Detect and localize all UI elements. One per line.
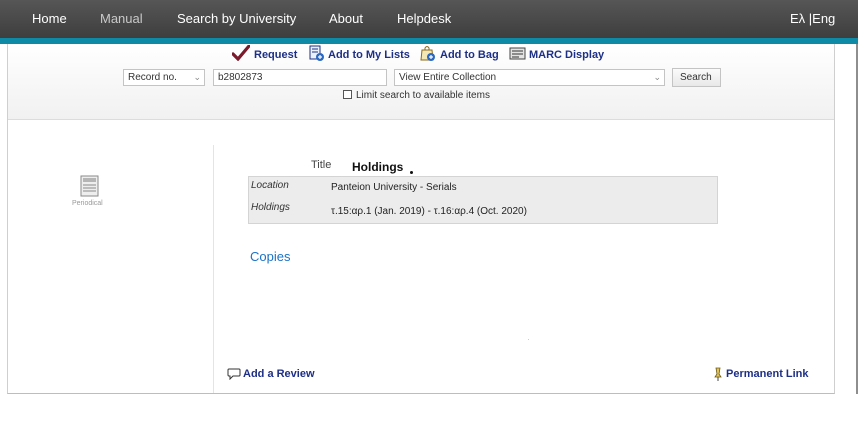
nav-home[interactable]: Home bbox=[32, 11, 67, 26]
nav-about[interactable]: About bbox=[329, 11, 363, 26]
search-button[interactable]: Search bbox=[672, 68, 721, 87]
search-field-select[interactable]: Record no. ⌄ bbox=[123, 69, 205, 86]
checkmark-icon bbox=[232, 45, 250, 61]
search-input[interactable]: b2802873 bbox=[213, 69, 387, 86]
decorative-dot bbox=[410, 171, 413, 174]
speech-bubble-icon bbox=[227, 368, 241, 380]
limit-checkbox[interactable] bbox=[343, 90, 352, 99]
nav-helpdesk[interactable]: Helpdesk bbox=[397, 11, 451, 26]
request-button[interactable]: Request bbox=[232, 45, 298, 61]
stray-dot bbox=[528, 339, 529, 340]
nav-manual[interactable]: Manual bbox=[100, 11, 143, 26]
holdings-label: Holdings bbox=[251, 202, 290, 213]
search-input-value: b2802873 bbox=[218, 72, 263, 83]
add-to-bag-label: Add to Bag bbox=[440, 49, 499, 61]
column-divider bbox=[213, 145, 214, 393]
permanent-link-label: Permanent Link bbox=[726, 368, 809, 380]
add-to-bag-button[interactable]: Add to Bag bbox=[420, 46, 499, 61]
nav-search-by-university[interactable]: Search by University bbox=[177, 11, 296, 26]
bag-icon bbox=[420, 46, 435, 61]
chevron-down-icon: ⌄ bbox=[193, 72, 201, 82]
format-label: Periodical bbox=[72, 200, 103, 207]
marc-display-button[interactable]: MARC Display bbox=[509, 47, 605, 61]
right-margin bbox=[836, 44, 858, 394]
add-to-lists-button[interactable]: Add to My Lists bbox=[309, 45, 410, 61]
marc-record-icon bbox=[509, 47, 526, 60]
location-label: Location bbox=[251, 180, 289, 191]
add-review-label: Add a Review bbox=[243, 368, 315, 380]
limit-available-option[interactable]: Limit search to available items bbox=[343, 90, 490, 101]
scope-select[interactable]: View Entire Collection ⌄ bbox=[394, 69, 665, 86]
request-label: Request bbox=[254, 49, 298, 61]
copies-link[interactable]: Copies bbox=[250, 249, 290, 264]
marc-display-label: MARC Display bbox=[529, 49, 605, 61]
pin-icon bbox=[714, 367, 722, 381]
search-field-value: Record no. bbox=[128, 72, 177, 83]
language-switcher[interactable]: Eλ |Eng bbox=[790, 11, 835, 26]
periodical-icon bbox=[80, 175, 99, 197]
title-field-label: Title bbox=[311, 159, 332, 171]
holdings-table: Location Panteion University - Serials H… bbox=[248, 176, 718, 224]
permanent-link[interactable]: Permanent Link bbox=[713, 367, 809, 381]
add-review-link[interactable]: Add a Review bbox=[227, 368, 315, 380]
scope-value: View Entire Collection bbox=[399, 72, 497, 83]
location-value: Panteion University - Serials bbox=[331, 182, 457, 193]
add-to-lists-label: Add to My Lists bbox=[328, 49, 410, 61]
holdings-value: τ.15:αρ.1 (Jan. 2019) - τ.16:αρ.4 (Oct. … bbox=[331, 206, 527, 217]
chevron-down-icon: ⌄ bbox=[653, 72, 661, 82]
limit-label: Limit search to available items bbox=[356, 90, 490, 101]
top-nav-bar: Home Manual Search by University About H… bbox=[0, 0, 858, 44]
add-list-icon bbox=[309, 45, 324, 61]
holdings-heading: Holdings bbox=[352, 160, 404, 174]
